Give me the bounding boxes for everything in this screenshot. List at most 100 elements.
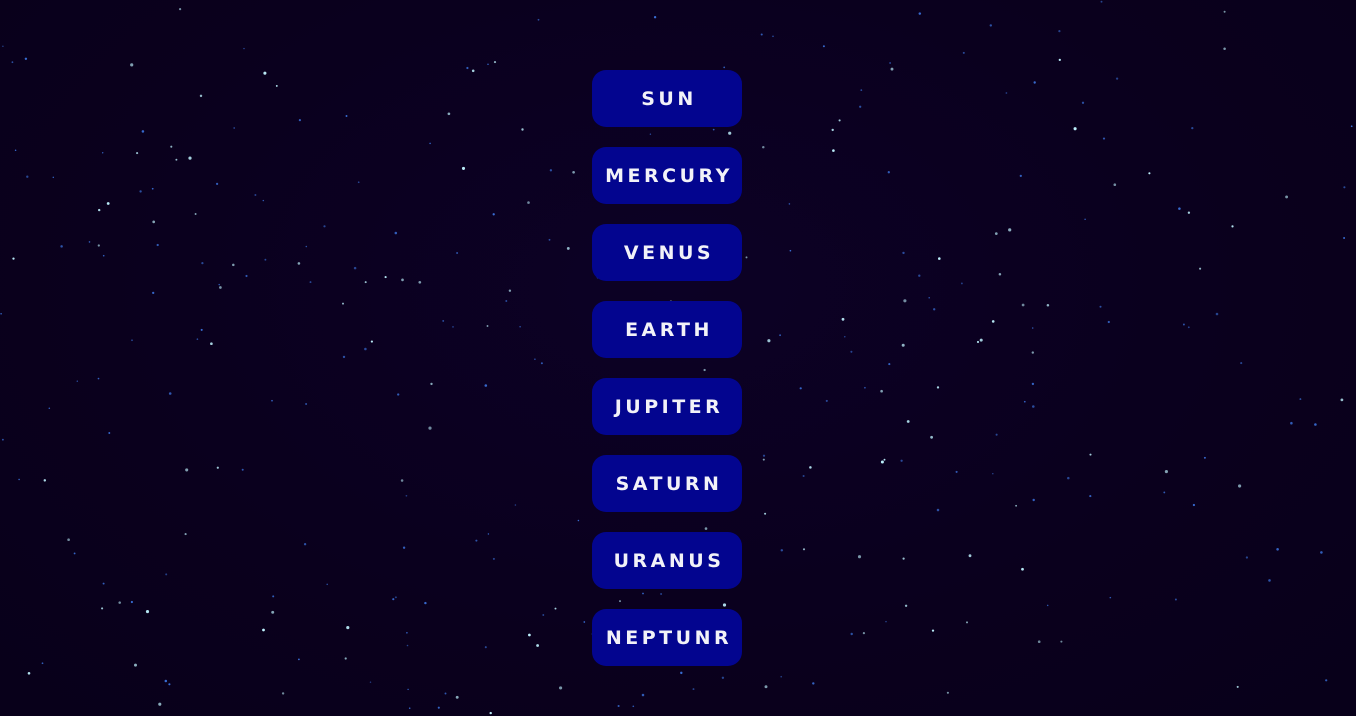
star-icon xyxy=(342,355,346,359)
star-icon xyxy=(1245,556,1249,559)
star-icon xyxy=(548,238,551,241)
star-icon xyxy=(1215,312,1219,316)
star-icon xyxy=(542,614,545,616)
star-icon xyxy=(831,128,834,132)
star-icon xyxy=(101,152,104,154)
star-icon xyxy=(527,201,530,204)
star-icon xyxy=(241,468,244,471)
star-icon xyxy=(233,127,236,129)
star-icon xyxy=(264,258,267,261)
star-icon xyxy=(812,682,815,685)
star-icon xyxy=(559,686,563,690)
star-icon xyxy=(486,325,489,327)
star-icon xyxy=(442,319,445,322)
star-icon xyxy=(514,504,517,506)
star-icon xyxy=(178,7,182,11)
star-icon xyxy=(1021,567,1024,571)
star-icon xyxy=(583,621,586,623)
star-icon xyxy=(1236,685,1239,688)
star-icon xyxy=(429,142,431,145)
star-icon xyxy=(1060,640,1063,643)
star-icon xyxy=(184,533,187,536)
star-icon xyxy=(201,261,204,265)
star-icon xyxy=(962,51,965,54)
star-icon xyxy=(764,685,768,689)
star-icon xyxy=(384,276,387,279)
star-icon xyxy=(136,152,139,155)
star-icon xyxy=(14,149,17,151)
star-icon xyxy=(1174,598,1177,601)
star-icon xyxy=(342,302,344,305)
star-icon xyxy=(484,384,488,387)
star-icon xyxy=(1058,30,1061,33)
star-icon xyxy=(232,263,235,267)
space-background: SUN MERCURY VENUS EARTH JUPITER SATURN U… xyxy=(0,0,1356,716)
star-icon xyxy=(102,582,105,585)
star-icon xyxy=(200,328,203,331)
star-icon xyxy=(175,158,178,161)
star-icon xyxy=(392,598,395,601)
star-icon xyxy=(60,245,63,248)
star-icon xyxy=(158,702,162,706)
star-icon xyxy=(888,363,891,366)
star-icon xyxy=(880,389,883,393)
planet-button-earth[interactable]: EARTH xyxy=(592,301,742,358)
star-icon xyxy=(18,478,20,481)
star-icon xyxy=(43,479,47,482)
star-icon xyxy=(930,435,933,439)
planet-button-jupiter[interactable]: JUPITER xyxy=(592,378,742,435)
star-icon xyxy=(353,266,357,270)
star-icon xyxy=(130,63,134,67)
star-icon xyxy=(487,63,489,66)
star-icon xyxy=(1231,225,1234,228)
star-icon xyxy=(931,629,935,632)
planet-button-sun[interactable]: SUN xyxy=(592,70,742,127)
star-icon xyxy=(152,220,156,224)
star-icon xyxy=(928,296,930,299)
star-icon xyxy=(41,662,44,665)
star-icon xyxy=(1276,548,1279,551)
star-icon xyxy=(549,169,553,172)
star-icon xyxy=(199,94,203,98)
star-icon xyxy=(487,533,490,535)
star-icon xyxy=(1032,498,1035,502)
star-icon xyxy=(789,249,792,252)
star-icon xyxy=(168,683,171,686)
star-icon xyxy=(780,549,784,552)
star-icon xyxy=(219,286,222,289)
star-icon xyxy=(788,203,791,205)
star-icon xyxy=(210,342,213,346)
star-icon xyxy=(1192,503,1196,507)
star-icon xyxy=(345,115,348,117)
star-icon xyxy=(271,399,273,402)
star-icon xyxy=(52,176,55,179)
star-icon xyxy=(254,194,257,196)
star-icon xyxy=(1081,101,1085,104)
star-icon xyxy=(456,252,459,254)
star-icon xyxy=(860,89,863,91)
planet-button-mercury[interactable]: MERCURY xyxy=(592,147,742,204)
planet-button-saturn[interactable]: SATURN xyxy=(592,455,742,512)
star-icon xyxy=(1163,491,1166,494)
star-icon xyxy=(97,377,100,380)
star-icon xyxy=(271,610,275,614)
star-icon xyxy=(1187,326,1190,329)
star-icon xyxy=(97,244,100,247)
star-icon xyxy=(188,156,192,160)
star-icon xyxy=(1067,476,1070,480)
star-icon xyxy=(297,262,301,265)
planet-button-neptune[interactable]: NEPTUNR xyxy=(592,609,742,666)
star-icon xyxy=(170,145,173,148)
star-icon xyxy=(243,47,245,50)
star-icon xyxy=(1058,58,1061,62)
star-icon xyxy=(1182,323,1185,326)
star-icon xyxy=(1320,551,1323,554)
planet-button-uranus[interactable]: URANUS xyxy=(592,532,742,589)
star-icon xyxy=(194,213,197,215)
star-icon xyxy=(369,681,372,683)
planet-button-venus[interactable]: VENUS xyxy=(592,224,742,281)
star-icon xyxy=(452,326,454,328)
star-icon xyxy=(1191,126,1194,130)
star-icon xyxy=(444,692,447,695)
star-icon xyxy=(405,494,408,497)
